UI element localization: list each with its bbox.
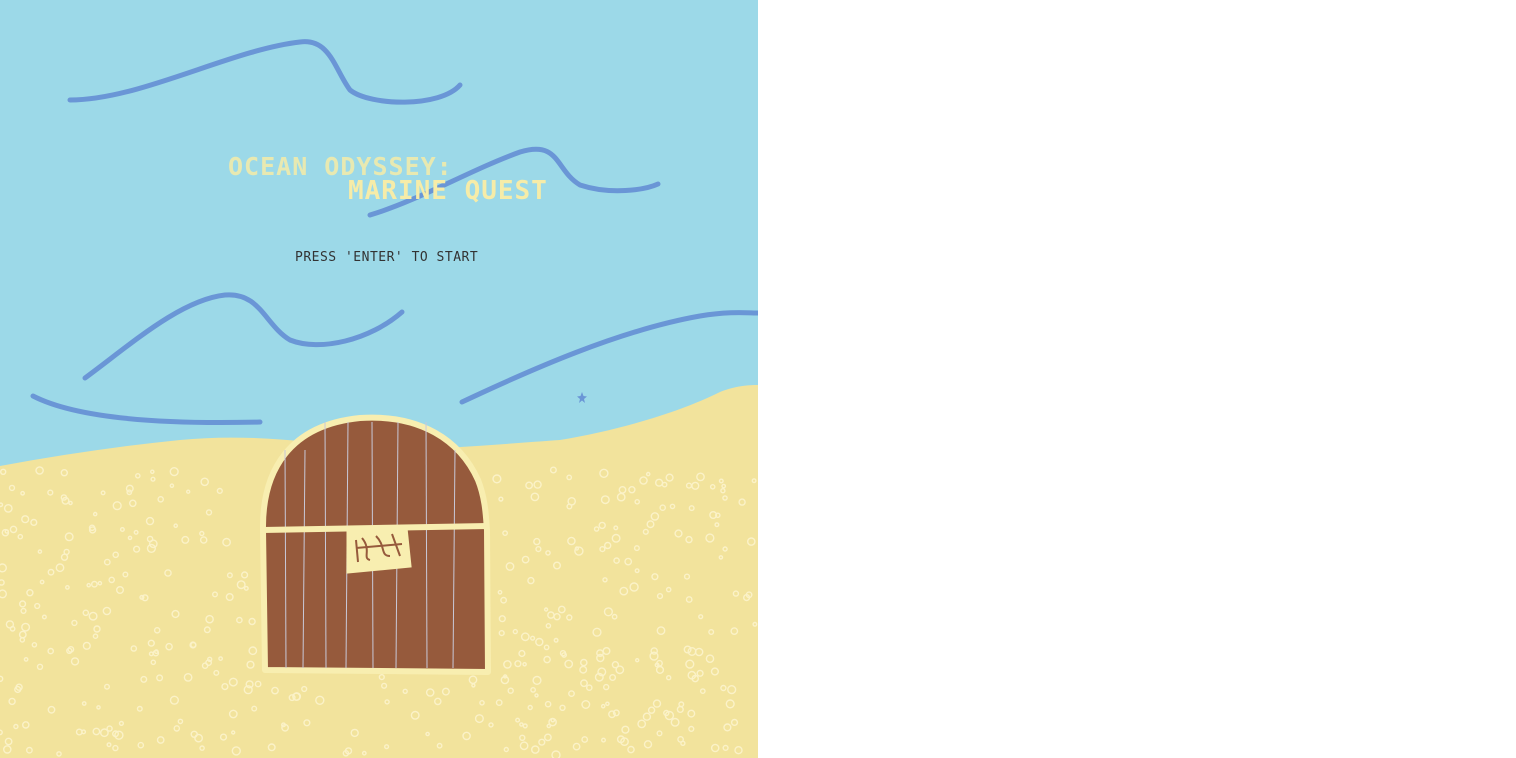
blank-page-area bbox=[758, 0, 1516, 758]
padlock-icon bbox=[346, 526, 412, 574]
start-prompt: PRESS 'ENTER' TO START bbox=[295, 250, 479, 265]
scene-canvas bbox=[0, 0, 758, 758]
game-screen[interactable]: OCEAN ODYSSEY: MARINE QUEST PRESS 'ENTER… bbox=[0, 0, 758, 758]
treasure-chest-icon[interactable] bbox=[259, 414, 491, 675]
game-title-line-2: MARINE QUEST bbox=[348, 176, 548, 206]
